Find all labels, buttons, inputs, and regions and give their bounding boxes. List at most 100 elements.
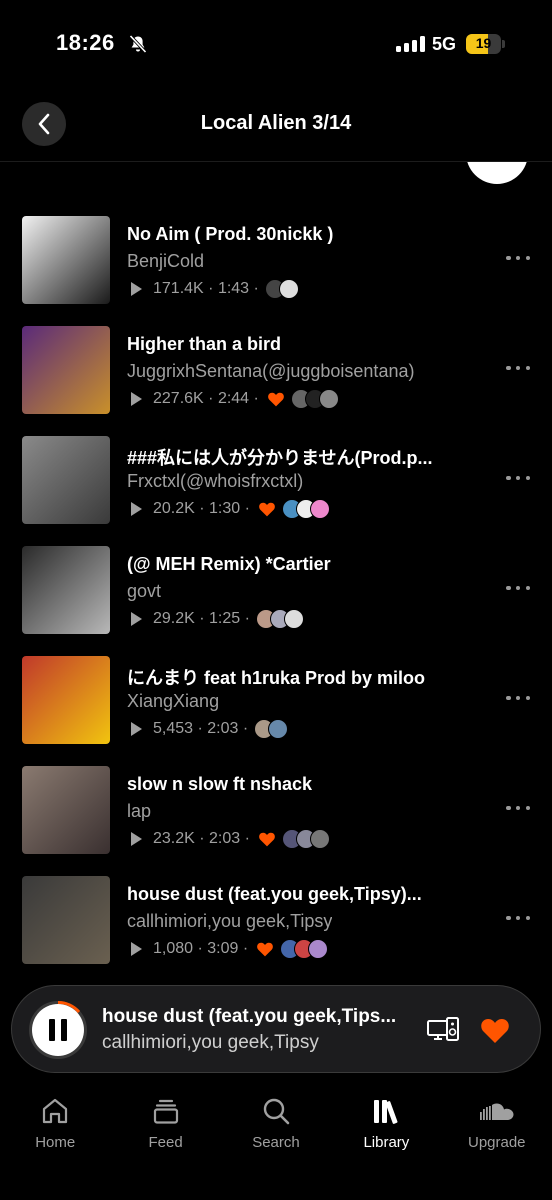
- more-options-icon[interactable]: [506, 362, 530, 374]
- play-count: 5,453: [153, 720, 194, 737]
- bottom-navigation: Home Feed Search Library Upgrade: [0, 1090, 552, 1200]
- track-meta: 23.2K · 2:03 ·: [131, 829, 330, 849]
- play-count: 20.2K: [153, 500, 195, 517]
- track-duration: 2:03: [209, 830, 241, 847]
- track-meta: 227.6K · 2:44 ·: [131, 389, 339, 409]
- track-row[interactable]: Higher than a bird JuggrixhSentana(@juggb…: [0, 322, 552, 432]
- repost-avatars: [264, 279, 299, 299]
- status-bar: 18:26 5G 19: [0, 0, 552, 90]
- cellular-signal-icon: [396, 36, 425, 52]
- nav-feed[interactable]: Feed: [110, 1090, 220, 1200]
- track-artwork: [22, 766, 110, 854]
- repost-avatar: [268, 719, 289, 739]
- bell-off-icon: [129, 34, 147, 54]
- track-row[interactable]: No Aim ( Prod. 30nickk ) BenjiCold 171.4K …: [0, 212, 552, 322]
- more-options-icon[interactable]: [506, 252, 530, 264]
- play-count-icon: [131, 942, 142, 956]
- track-row[interactable]: ###私には人が分かりません(Prod.p... Frxctxl(@whoisfr…: [0, 432, 552, 542]
- status-time: 18:26: [56, 30, 115, 55]
- repost-avatars: [281, 499, 330, 519]
- track-meta: 5,453 · 2:03 ·: [131, 719, 289, 739]
- like-heart-icon[interactable]: [480, 1016, 510, 1044]
- play-count: 1,080: [153, 940, 194, 957]
- repost-avatar: [309, 499, 330, 519]
- nav-label: Feed: [148, 1134, 183, 1151]
- nav-label: Library: [363, 1134, 410, 1151]
- repost-avatars: [281, 829, 330, 849]
- nav-library[interactable]: Library: [331, 1090, 441, 1200]
- track-artist: BenjiCold: [127, 251, 205, 271]
- play-count: 171.4K: [153, 280, 204, 297]
- repost-avatars: [290, 389, 339, 409]
- track-artist: XiangXiang: [127, 691, 220, 711]
- track-duration: 3:09: [207, 940, 239, 957]
- track-duration: 2:44: [217, 390, 250, 407]
- track-row[interactable]: house dust (feat.you geek,Tipsy)... callh…: [0, 872, 552, 982]
- track-row[interactable]: にんまり feat h1ruka Prod by miloo XiangXiang…: [0, 652, 552, 762]
- mini-player[interactable]: house dust (feat.you geek,Tips... callhi…: [11, 985, 541, 1073]
- track-artwork: [22, 876, 110, 964]
- track-title: Higher than a bird: [127, 334, 282, 354]
- track-title: house dust (feat.you geek,Tipsy)...: [127, 884, 422, 904]
- library-icon: [374, 1100, 398, 1124]
- play-count-icon: [131, 282, 142, 296]
- play-count: 29.2K: [153, 610, 195, 627]
- feed-icon: [153, 1099, 178, 1124]
- repost-avatar: [283, 609, 304, 629]
- track-title: slow n slow ft nshack: [127, 774, 313, 794]
- play-count-icon: [131, 832, 142, 846]
- soundcloud-icon: [479, 1103, 514, 1120]
- page-header: Local Alien 3/14: [0, 90, 552, 162]
- play-count: 23.2K: [153, 830, 195, 847]
- track-meta: 1,080 · 3:09 ·: [131, 939, 329, 959]
- cast-device-icon[interactable]: [426, 1016, 460, 1044]
- track-artwork: [22, 546, 110, 634]
- battery-level: 19: [475, 35, 492, 51]
- nav-search[interactable]: Search: [221, 1090, 331, 1200]
- more-options-icon[interactable]: [506, 912, 530, 924]
- repost-avatar: [278, 279, 299, 299]
- track-row[interactable]: (@ MEH Remix) *Cartier govt 29.2K · 1:25 ·: [0, 542, 552, 652]
- track-artist: govt: [127, 581, 162, 601]
- play-count-icon: [131, 612, 142, 626]
- nav-home[interactable]: Home: [0, 1090, 110, 1200]
- nav-label: Search: [252, 1134, 300, 1151]
- track-title: ###私には人が分かりません(Prod.p...: [127, 448, 433, 468]
- play-count-icon: [131, 722, 142, 736]
- repost-avatar: [318, 389, 339, 409]
- now-playing-title: house dust (feat.you geek,Tips...: [102, 1006, 397, 1027]
- pause-button[interactable]: [32, 1004, 84, 1056]
- repost-avatars: [280, 939, 329, 959]
- liked-heart-icon: [267, 392, 284, 407]
- play-count-icon: [131, 502, 142, 516]
- nav-label: Home: [35, 1134, 76, 1151]
- track-duration: 2:03: [207, 720, 239, 737]
- track-title: (@ MEH Remix) *Cartier: [127, 554, 331, 574]
- track-artist: lap: [127, 801, 152, 821]
- track-artwork: [22, 326, 110, 414]
- more-options-icon[interactable]: [506, 802, 530, 814]
- nav-upgrade[interactable]: Upgrade: [442, 1090, 552, 1200]
- repost-avatars: [255, 609, 304, 629]
- more-options-icon[interactable]: [506, 472, 530, 484]
- track-duration: 1:30: [209, 500, 241, 517]
- track-row[interactable]: slow n slow ft nshack lap 23.2K · 2:03 ·: [0, 762, 552, 872]
- more-options-icon[interactable]: [506, 582, 530, 594]
- home-icon: [43, 1098, 68, 1124]
- battery-icon: 19: [466, 34, 501, 54]
- repost-avatar: [308, 939, 329, 959]
- track-duration: 1:43: [217, 280, 250, 297]
- track-meta: 171.4K · 1:43 ·: [131, 279, 299, 299]
- repost-avatar: [309, 829, 330, 849]
- nav-label: Upgrade: [467, 1134, 526, 1151]
- page-title: Local Alien 3/14: [200, 112, 352, 134]
- now-playing-artist: callhimiori,you geek,Tipsy: [102, 1032, 319, 1053]
- track-meta: 29.2K · 1:25 ·: [131, 609, 304, 629]
- liked-heart-icon: [259, 832, 275, 847]
- track-artist: callhimiori,you geek,Tipsy: [127, 911, 333, 931]
- more-options-icon[interactable]: [506, 692, 530, 704]
- track-title: No Aim ( Prod. 30nickk ): [127, 224, 334, 244]
- track-duration: 1:25: [209, 610, 241, 627]
- track-artwork: [22, 656, 110, 744]
- track-title: にんまり feat h1ruka Prod by miloo: [127, 668, 426, 688]
